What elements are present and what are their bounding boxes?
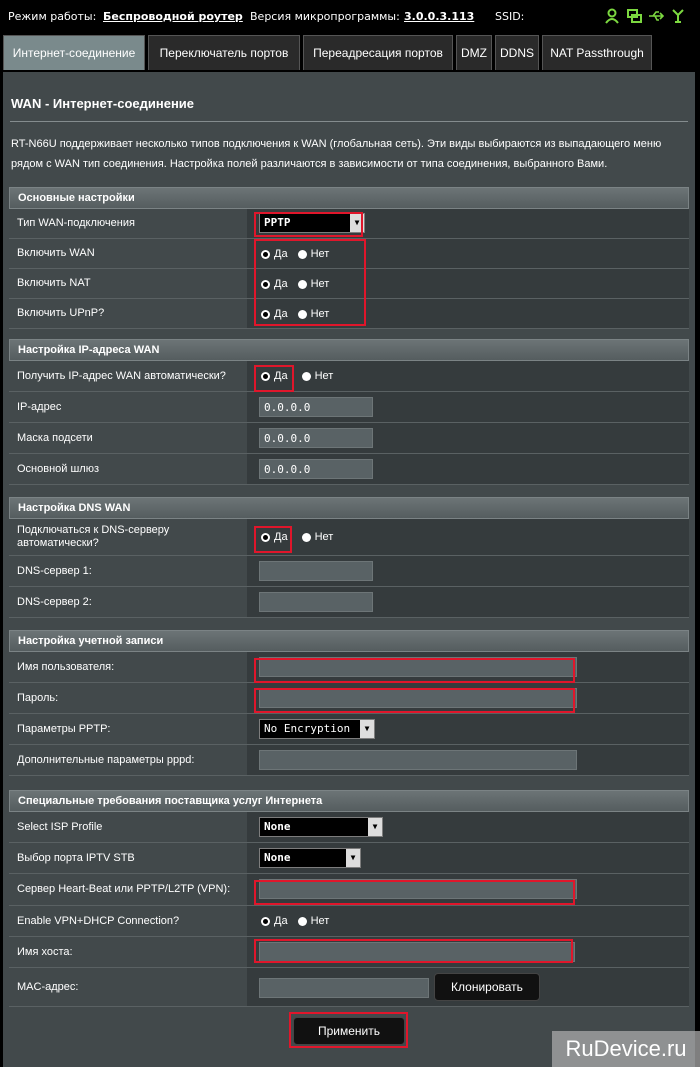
isp-profile-value: None bbox=[264, 820, 291, 833]
radio-no[interactable] bbox=[301, 532, 311, 542]
isp-profile-label: Select ISP Profile bbox=[9, 812, 253, 842]
highlight-password bbox=[254, 688, 575, 713]
gateway-row: Основной шлюз 0.0.0.0 bbox=[9, 454, 689, 485]
title-divider bbox=[10, 121, 688, 122]
gateway-label: Основной шлюз bbox=[9, 454, 253, 484]
chevron-down-icon: ▼ bbox=[368, 818, 382, 836]
ip-auto-row: Получить IP-адрес WAN автоматически? Да … bbox=[9, 361, 689, 392]
chevron-down-icon: ▼ bbox=[346, 849, 360, 867]
hostname-label: Имя хоста: bbox=[9, 937, 253, 967]
highlight-apply bbox=[289, 1012, 408, 1048]
tab-port-forwarding[interactable]: Переадресация портов bbox=[303, 35, 453, 70]
pptp-options-row: Параметры PPTP: No Encryption ▼ bbox=[9, 714, 689, 745]
subnet-mask-row: Маска подсети 0.0.0.0 bbox=[9, 423, 689, 454]
section-header: Настройка учетной записи bbox=[9, 630, 689, 652]
section-header: Специальные требования поставщика услуг … bbox=[9, 790, 689, 812]
section-header: Основные настройки bbox=[9, 187, 689, 209]
enable-nat-label: Включить NAT bbox=[9, 269, 253, 298]
chevron-down-icon: ▼ bbox=[360, 720, 374, 738]
mac-row: MAC-адрес: Клонировать bbox=[9, 968, 689, 1007]
tab-port-switch[interactable]: Переключатель портов bbox=[148, 35, 300, 70]
highlight-dns-auto bbox=[254, 526, 292, 553]
tab-ddns[interactable]: DDNS bbox=[495, 35, 539, 70]
dns1-row: DNS-сервер 1: bbox=[9, 556, 689, 587]
tab-nat-passthrough[interactable]: NAT Passthrough bbox=[542, 35, 652, 70]
highlight-hostname bbox=[254, 939, 573, 963]
firmware-link[interactable]: 3.0.0.3.113 bbox=[404, 10, 474, 23]
iptv-label: Выбор порта IPTV STB bbox=[9, 843, 253, 873]
radio-no-label: Нет bbox=[310, 915, 330, 927]
section-dns: Настройка DNS WAN Подключаться к DNS-сер… bbox=[9, 497, 689, 618]
radio-no-label: Нет bbox=[314, 370, 334, 382]
section-ip: Настройка IP-адреса WAN Получить IP-адре… bbox=[9, 339, 689, 485]
dns1-label: DNS-сервер 1: bbox=[9, 556, 253, 586]
isp-profile-row: Select ISP Profile None ▼ bbox=[9, 812, 689, 843]
radio-yes-label: Да bbox=[274, 915, 288, 927]
highlight-enable-options bbox=[254, 239, 366, 326]
page-title: WAN - Интернет-соединение bbox=[11, 96, 195, 111]
main-panel: WAN - Интернет-соединение RT-N66U поддер… bbox=[3, 72, 695, 1067]
pptp-options-label: Параметры PPTP: bbox=[9, 714, 253, 744]
isp-profile-select[interactable]: None ▼ bbox=[259, 817, 383, 837]
radio-no[interactable] bbox=[301, 371, 311, 381]
pppd-row: Дополнительные параметры pppd: bbox=[9, 745, 689, 776]
mode-link[interactable]: Беспроводной роутер bbox=[103, 10, 243, 23]
pppd-label: Дополнительные параметры pppd: bbox=[9, 745, 253, 775]
gateway-input[interactable]: 0.0.0.0 bbox=[259, 459, 373, 479]
status-icons bbox=[604, 8, 686, 24]
page-description: RT-N66U поддерживает несколько типов под… bbox=[11, 138, 662, 170]
radio-no-label: Нет bbox=[314, 531, 334, 543]
wan-type-label: Тип WAN-подключения bbox=[9, 209, 253, 238]
section-header: Настройка DNS WAN bbox=[9, 497, 689, 519]
ssid-label: SSID: bbox=[495, 10, 525, 23]
settings-icon[interactable] bbox=[670, 8, 686, 24]
watermark-logo: RuDevice.ru bbox=[552, 1031, 700, 1067]
pptp-options-select[interactable]: No Encryption ▼ bbox=[259, 719, 375, 739]
iptv-select[interactable]: None ▼ bbox=[259, 848, 361, 868]
radio-no[interactable] bbox=[297, 916, 307, 926]
tab-internet-connection[interactable]: Интернет-соединение bbox=[3, 35, 145, 70]
heartbeat-label: Сервер Heart-Beat или PPTP/L2TP (VPN): bbox=[9, 874, 253, 905]
dns2-label: DNS-сервер 2: bbox=[9, 587, 253, 617]
subnet-mask-label: Маска подсети bbox=[9, 423, 253, 453]
dns2-row: DNS-сервер 2: bbox=[9, 587, 689, 618]
ip-address-label: IP-адрес bbox=[9, 392, 253, 422]
pppd-input[interactable] bbox=[259, 750, 577, 770]
highlight-ip-auto bbox=[254, 365, 294, 392]
dns-auto-label: Подключаться к DNS-серверу автоматически… bbox=[9, 519, 253, 555]
highlight-wan-type bbox=[254, 212, 363, 237]
username-label: Имя пользователя: bbox=[9, 652, 253, 682]
vpn-dhcp-row: Enable VPN+DHCP Connection? Да Нет bbox=[9, 906, 689, 937]
user-icon[interactable] bbox=[604, 8, 620, 24]
highlight-heartbeat bbox=[254, 880, 575, 905]
subnet-mask-input[interactable]: 0.0.0.0 bbox=[259, 428, 373, 448]
clone-mac-button[interactable]: Клонировать bbox=[434, 973, 540, 1001]
ip-address-row: IP-адрес 0.0.0.0 bbox=[9, 392, 689, 423]
ip-auto-label: Получить IP-адрес WAN автоматически? bbox=[9, 361, 253, 391]
vpn-dhcp-label: Enable VPN+DHCP Connection? bbox=[9, 906, 253, 936]
enable-wan-label: Включить WAN bbox=[9, 239, 253, 268]
mac-input[interactable] bbox=[259, 978, 429, 998]
network-icon[interactable] bbox=[626, 8, 642, 24]
mac-label: MAC-адрес: bbox=[9, 968, 253, 1006]
dns-auto-row: Подключаться к DNS-серверу автоматически… bbox=[9, 519, 689, 556]
section-header: Настройка IP-адреса WAN bbox=[9, 339, 689, 361]
tab-bar: Интернет-соединение Переключатель портов… bbox=[0, 35, 700, 71]
password-label: Пароль: bbox=[9, 683, 253, 713]
vpn-dhcp-radios: Да Нет bbox=[261, 915, 329, 927]
enable-upnp-label: Включить UPnP? bbox=[9, 299, 253, 328]
ip-address-input[interactable]: 0.0.0.0 bbox=[259, 397, 373, 417]
iptv-row: Выбор порта IPTV STB None ▼ bbox=[9, 843, 689, 874]
dns1-input[interactable] bbox=[259, 561, 373, 581]
radio-yes[interactable] bbox=[261, 916, 270, 926]
mode-label: Режим работы: bbox=[8, 10, 97, 23]
status-bar: Режим работы: Беспроводной роутер Версия… bbox=[0, 0, 700, 32]
firmware-label: Версия микропрограммы: bbox=[250, 10, 400, 23]
iptv-value: None bbox=[264, 851, 291, 864]
tab-dmz[interactable]: DMZ bbox=[456, 35, 492, 70]
pptp-options-value: No Encryption bbox=[264, 722, 351, 735]
usb-icon[interactable] bbox=[648, 8, 665, 24]
dns2-input[interactable] bbox=[259, 592, 373, 612]
highlight-username bbox=[254, 658, 575, 683]
